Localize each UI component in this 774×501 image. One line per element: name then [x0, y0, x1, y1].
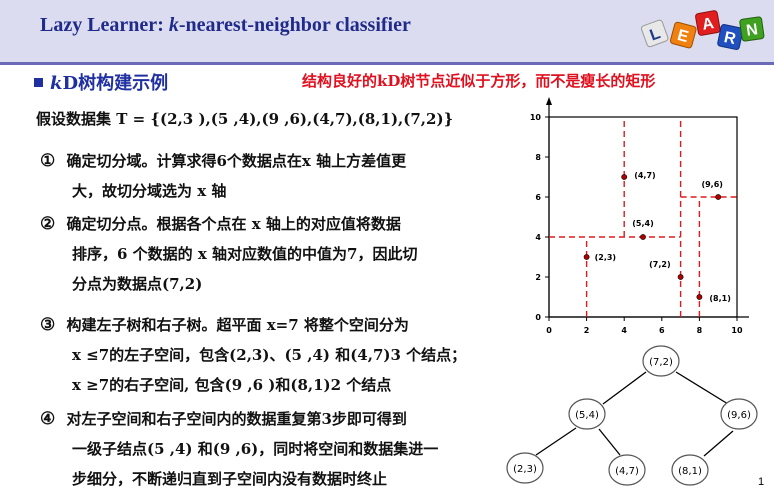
point-label: (2,3): [595, 253, 616, 262]
x-tick-label: 8: [697, 326, 703, 335]
tree-node-l2-1: [506, 452, 544, 484]
x-tick-label: 4: [621, 326, 627, 335]
step-1-marker: ①: [40, 151, 56, 171]
heading-k: k: [50, 73, 63, 94]
x-tick-label: 2: [584, 326, 590, 335]
heading-rest: D树构建示例: [62, 73, 169, 94]
x-tick-label: 0: [546, 326, 552, 335]
tree-edge: [598, 428, 621, 456]
x-tick-label: 10: [731, 326, 743, 335]
data-point: [621, 174, 628, 180]
bullet-square-icon: [34, 78, 43, 87]
step-3: ③ 构建左子树和右子树。超平面 x=7 将整个空间分为 x ≤7的左子空间，包含…: [40, 310, 466, 400]
tree-edge: [675, 371, 729, 405]
point-label: (9,6): [701, 180, 722, 189]
tree-l2-1-label: (2,3): [513, 464, 537, 475]
title-suffix: -nearest-neighbor classifier: [178, 14, 411, 36]
page-number: 1: [758, 476, 765, 488]
section-heading: kD树构建示例: [50, 69, 168, 95]
step-2-line-3: 分点为数据点(7,2): [72, 275, 203, 293]
step-4-marker: ④: [40, 409, 56, 429]
tree-l1-left-label: (5,4): [575, 410, 599, 421]
y-tick-label: 4: [535, 233, 541, 242]
step-4-line-3: 步细分，不断递归直到子空间内没有数据时终止: [72, 470, 388, 488]
section-note: 结构良好的kD树节点近似于方形，而不是瘦长的矩形: [302, 72, 656, 90]
tree-node-l2-3: [671, 454, 709, 486]
step-3-line-2: x ≤7的左子空间，包含(2,3)、(5 ,4) 和(4,7)3 个结点；: [72, 346, 467, 364]
tree-edge: [703, 430, 734, 457]
step-2-marker: ②: [40, 214, 56, 234]
logo-letter: N: [745, 21, 759, 39]
dataset-line: 假设数据集 T = {(2,3 ),(5 ,4),(9 ,6),(4,7),(8…: [36, 110, 454, 128]
tree-node-root: [642, 345, 680, 377]
x-tick-label: 6: [659, 326, 665, 335]
step-4-line-2: 一级子结点(5 ,4) 和(9 ,6)，同时将空间和数据集进一: [72, 440, 439, 458]
y-tick-label: 8: [535, 153, 541, 162]
tree-edge: [602, 371, 647, 405]
tree-l1-right-label: (9,6): [727, 410, 751, 421]
y-tick-label: 10: [530, 113, 542, 122]
tree-node-l1-left: [568, 398, 606, 430]
learn-logo: L E A R N: [640, 10, 765, 51]
data-point: [640, 234, 646, 240]
tree-node-l1-right: [720, 398, 758, 430]
data-point: [696, 294, 703, 300]
step-4-line-1: 对左子空间和右子空间内的数据重复第3步即可得到: [66, 410, 407, 428]
data-point: [715, 194, 722, 200]
step-2-line-1: 确定切分点。根据各个点在 x 轴上的对应值将数据: [66, 215, 401, 233]
point-label: (4,7): [634, 171, 655, 180]
data-point: [583, 254, 590, 260]
y-tick-label: 6: [535, 193, 541, 202]
point-label: (8,1): [709, 294, 730, 303]
step-2: ② 确定切分点。根据各个点在 x 轴上的对应值将数据 排序，6 个数据的 x 轴…: [40, 209, 418, 299]
data-point: [677, 274, 684, 280]
y-axis-arrow-icon: [546, 97, 552, 105]
point-label: (5,4): [632, 219, 653, 228]
step-3-line-3: x ≥7的右子空间, 包含(9 ,6 )和(8,1)2 个结点: [72, 376, 392, 394]
step-3-line-1: 构建左子树和右子树。超平面 x=7 将整个空间分为: [66, 316, 409, 334]
point-label: (7,2): [649, 260, 670, 269]
plot-frame: [548, 116, 738, 318]
step-2-line-2: 排序，6 个数据的 x 轴对应数值的中值为7，因此切: [72, 245, 418, 263]
title-prefix: Lazy Learner:: [40, 14, 169, 36]
y-tick-label: 2: [535, 273, 541, 282]
step-1-line-1: 确定切分域。计算求得6个数据点在x 轴上方差值更: [66, 152, 407, 170]
tree-root-label: (7,2): [649, 357, 673, 368]
step-1: ① 确定切分域。计算求得6个数据点在x 轴上方差值更 大，故切分域选为 x 轴: [40, 146, 406, 206]
title-divider: [0, 62, 774, 65]
y-tick-label: 0: [535, 313, 541, 322]
step-3-marker: ③: [40, 315, 56, 335]
step-4: ④ 对左子空间和右子空间内的数据重复第3步即可得到 一级子结点(5 ,4) 和(…: [40, 404, 438, 494]
tree-l2-3-label: (8,1): [678, 466, 702, 477]
slide-title: Lazy Learner: k-nearest-neighbor classif…: [40, 14, 411, 37]
tree-node-l2-2: [608, 454, 646, 486]
tree-l2-2-label: (4,7): [615, 466, 639, 477]
step-1-line-2: 大，故切分域选为 x 轴: [72, 182, 227, 200]
title-k: k: [168, 14, 179, 36]
tree-edge: [535, 427, 577, 456]
